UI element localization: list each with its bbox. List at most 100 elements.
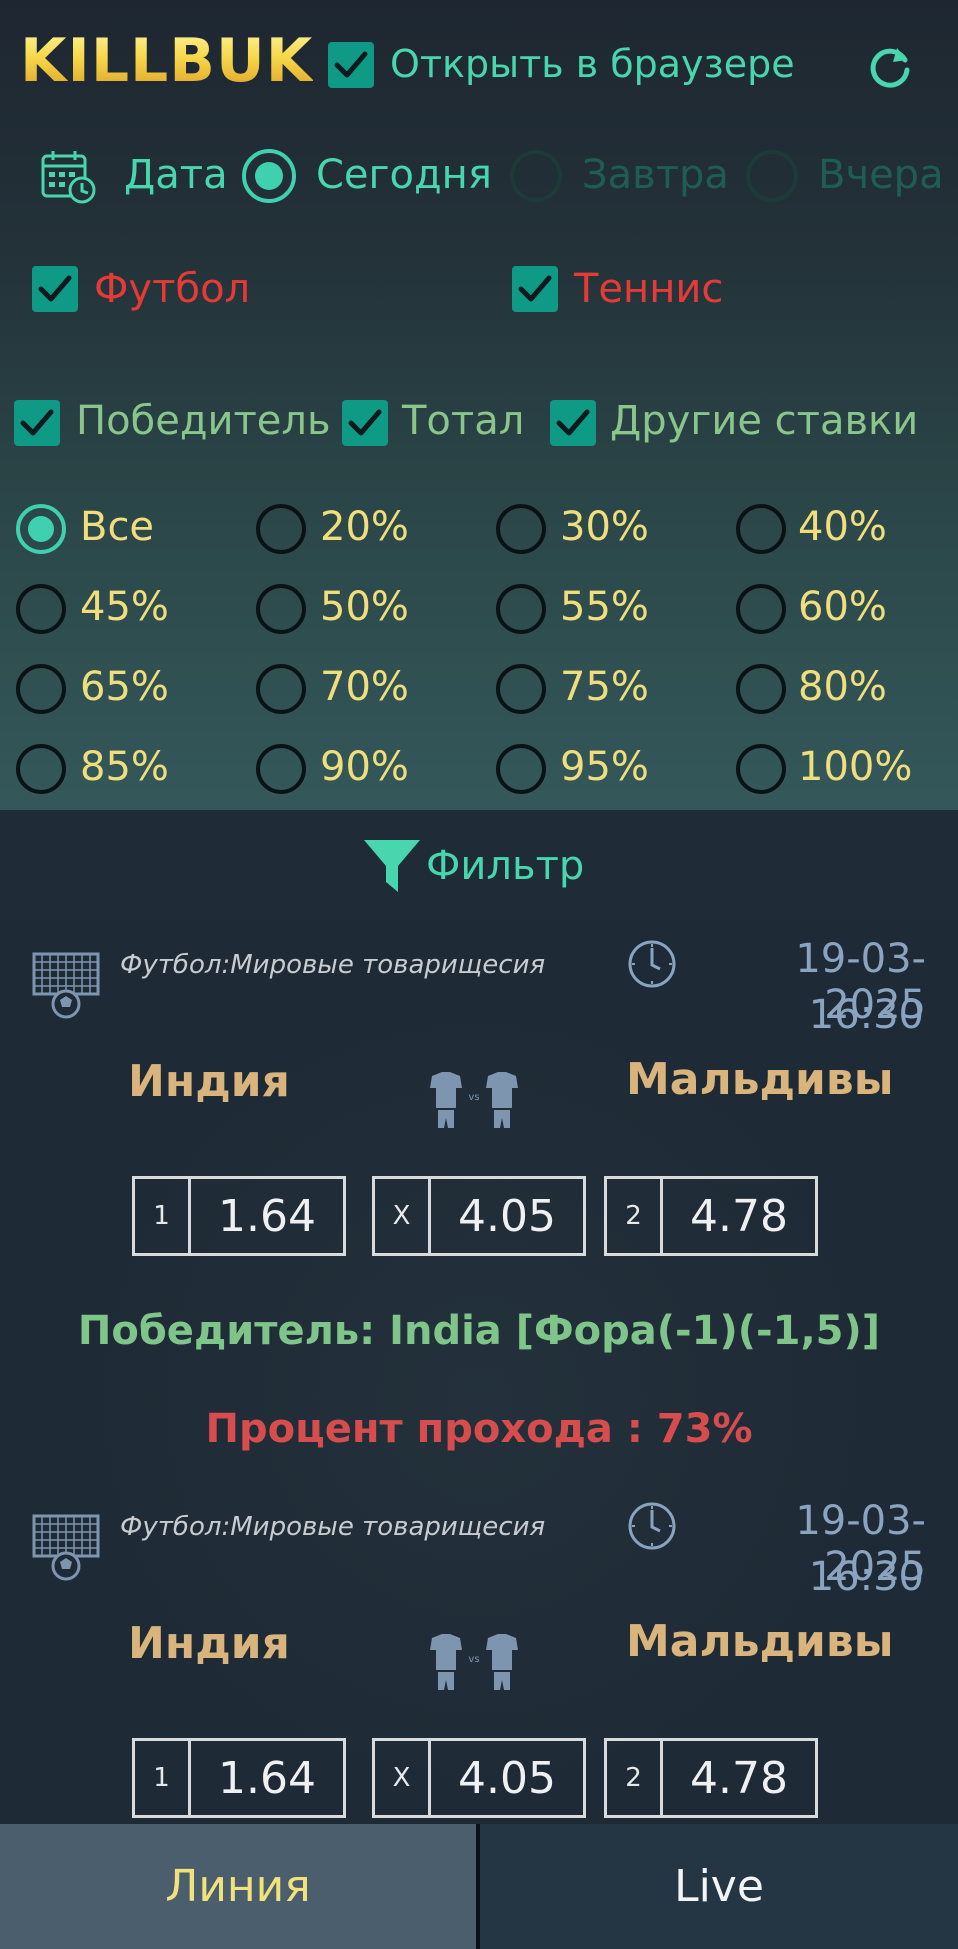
odd-home-button[interactable]: 1 1.64 bbox=[132, 1738, 346, 1818]
football-checkbox[interactable] bbox=[32, 266, 78, 312]
percent-radio[interactable] bbox=[736, 664, 786, 714]
odd-away-button[interactable]: 2 4.78 bbox=[604, 1176, 818, 1256]
percent-option-label[interactable]: 40% bbox=[798, 504, 887, 550]
football-goal-icon bbox=[32, 1512, 100, 1582]
odd-draw-button[interactable]: X 4.05 bbox=[372, 1738, 586, 1818]
odd-key: X bbox=[375, 1741, 431, 1815]
percent-radio[interactable] bbox=[496, 584, 546, 634]
percent-radio[interactable] bbox=[736, 504, 786, 554]
percent-option-label[interactable]: 65% bbox=[80, 664, 169, 710]
away-team: Мальдивы bbox=[626, 1616, 894, 1667]
percent-option-label[interactable]: 100% bbox=[798, 744, 912, 790]
percent-option-label[interactable]: 85% bbox=[80, 744, 169, 790]
football-label[interactable]: Футбол bbox=[94, 266, 250, 312]
percent-radio[interactable] bbox=[16, 744, 66, 794]
odd-home-button[interactable]: 1 1.64 bbox=[132, 1176, 346, 1256]
clock-icon bbox=[626, 938, 678, 990]
odd-key: X bbox=[375, 1179, 431, 1253]
refresh-icon[interactable] bbox=[864, 40, 916, 92]
percent-option-label[interactable]: 60% bbox=[798, 584, 887, 630]
match-card[interactable]: Футбол:Мировые товарищесия 19-03-2025 16… bbox=[0, 920, 958, 1480]
date-label: Дата bbox=[124, 152, 228, 198]
open-in-browser-label[interactable]: Открыть в браузере bbox=[390, 42, 795, 86]
odd-value: 4.78 bbox=[690, 1752, 788, 1804]
percent-option-label[interactable]: 20% bbox=[320, 504, 409, 550]
away-team: Мальдивы bbox=[626, 1054, 894, 1105]
percent-radio[interactable] bbox=[496, 664, 546, 714]
app-logo: KILLBUK bbox=[20, 26, 314, 96]
total-label[interactable]: Тотал bbox=[402, 398, 524, 444]
date-option-yesterday[interactable]: Вчера bbox=[818, 152, 944, 198]
date-radio-today[interactable] bbox=[242, 149, 296, 203]
funnel-icon bbox=[364, 840, 420, 892]
match-time: 16:30 bbox=[808, 992, 924, 1038]
percent-option-label[interactable]: 55% bbox=[560, 584, 649, 630]
odd-key: 2 bbox=[607, 1741, 663, 1815]
percent-radio[interactable] bbox=[256, 664, 306, 714]
team-kits-icon: vs bbox=[428, 1632, 520, 1696]
date-option-tomorrow[interactable]: Завтра bbox=[582, 152, 729, 198]
odd-value: 4.78 bbox=[690, 1190, 788, 1242]
tennis-checkbox[interactable] bbox=[512, 266, 558, 312]
percent-radio[interactable] bbox=[256, 744, 306, 794]
percent-radio[interactable] bbox=[256, 584, 306, 634]
league-name: Футбол:Мировые товарищесия bbox=[120, 1512, 546, 1542]
home-team: Индия bbox=[128, 1056, 290, 1107]
percent-radio[interactable] bbox=[16, 584, 66, 634]
odd-value: 4.05 bbox=[458, 1190, 556, 1242]
other-bets-checkbox[interactable] bbox=[550, 400, 596, 446]
open-in-browser-checkbox[interactable] bbox=[328, 42, 374, 88]
odd-draw-button[interactable]: X 4.05 bbox=[372, 1176, 586, 1256]
percent-option-label[interactable]: 50% bbox=[320, 584, 409, 630]
percent-option-label[interactable]: 45% bbox=[80, 584, 169, 630]
percent-radio[interactable] bbox=[256, 504, 306, 554]
tennis-label[interactable]: Теннис bbox=[574, 266, 723, 312]
tab-live[interactable]: Live bbox=[480, 1824, 958, 1949]
team-kits-icon: vs bbox=[428, 1070, 520, 1134]
filter-panel: KILLBUK Открыть в браузере Дата Сегодня … bbox=[0, 0, 958, 810]
date-radio-yesterday[interactable] bbox=[746, 150, 798, 202]
percent-radio[interactable] bbox=[736, 584, 786, 634]
percent-radio[interactable] bbox=[496, 744, 546, 794]
percent-option-label[interactable]: Все bbox=[80, 504, 154, 550]
odd-away-button[interactable]: 2 4.78 bbox=[604, 1738, 818, 1818]
percent-radio[interactable] bbox=[496, 504, 546, 554]
odd-key: 1 bbox=[135, 1741, 191, 1815]
odd-key: 1 bbox=[135, 1179, 191, 1253]
odd-value: 1.64 bbox=[218, 1752, 316, 1804]
league-name: Футбол:Мировые товарищесия bbox=[120, 950, 546, 980]
home-team: Индия bbox=[128, 1618, 290, 1669]
filter-button[interactable]: Фильтр bbox=[362, 838, 584, 894]
winner-checkbox[interactable] bbox=[14, 400, 60, 446]
calendar-clock-icon bbox=[40, 148, 98, 204]
football-goal-icon bbox=[32, 950, 100, 1020]
winner-label[interactable]: Победитель bbox=[76, 398, 331, 444]
percent-option-label[interactable]: 30% bbox=[560, 504, 649, 550]
percent-option-label[interactable]: 75% bbox=[560, 664, 649, 710]
clock-icon bbox=[626, 1500, 678, 1552]
percent-option-label[interactable]: 80% bbox=[798, 664, 887, 710]
svg-text:vs: vs bbox=[468, 1654, 479, 1665]
date-option-today[interactable]: Сегодня bbox=[316, 152, 492, 198]
percent-option-label[interactable]: 90% bbox=[320, 744, 409, 790]
other-bets-label[interactable]: Другие ставки bbox=[610, 398, 918, 444]
match-time: 16:30 bbox=[808, 1554, 924, 1600]
bottom-tab-bar: Линия Live bbox=[0, 1824, 958, 1949]
percent-radio[interactable] bbox=[16, 664, 66, 714]
odd-value: 1.64 bbox=[218, 1190, 316, 1242]
odd-value: 4.05 bbox=[458, 1752, 556, 1804]
odd-key: 2 bbox=[607, 1179, 663, 1253]
date-radio-tomorrow[interactable] bbox=[510, 150, 562, 202]
filter-button-label: Фильтр bbox=[426, 843, 585, 889]
tab-line[interactable]: Линия bbox=[0, 1824, 476, 1949]
svg-text:vs: vs bbox=[468, 1092, 479, 1103]
percent-option-label[interactable]: 95% bbox=[560, 744, 649, 790]
match-list[interactable]: Футбол:Мировые товарищесия 19-03-2025 16… bbox=[0, 920, 958, 1824]
pass-percent: Процент прохода : 73% bbox=[205, 1406, 753, 1452]
filter-bar: Фильтр bbox=[0, 810, 958, 920]
percent-radio-all[interactable] bbox=[16, 504, 66, 554]
match-card[interactable]: Футбол:Мировые товарищесия 19-03-2025 16… bbox=[0, 1482, 958, 1824]
percent-radio[interactable] bbox=[736, 744, 786, 794]
total-checkbox[interactable] bbox=[342, 400, 388, 446]
percent-option-label[interactable]: 70% bbox=[320, 664, 409, 710]
